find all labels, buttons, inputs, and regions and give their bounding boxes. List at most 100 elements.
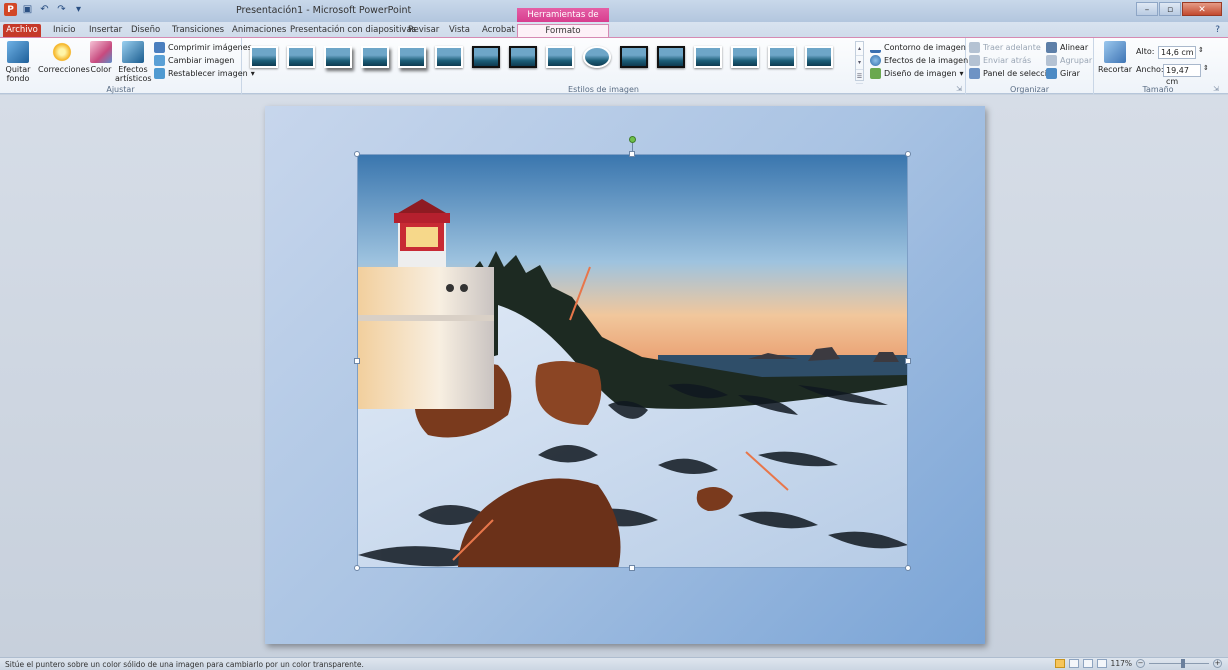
minimize-button[interactable]: –	[1136, 2, 1158, 16]
height-input[interactable]: 14,6 cm	[1158, 46, 1196, 59]
normal-view-icon[interactable]	[1054, 659, 1065, 668]
picture-style-thumb[interactable]	[472, 46, 500, 68]
maximize-button[interactable]: ▫	[1159, 2, 1181, 16]
gallery-more-icon[interactable]: ☰	[856, 70, 863, 84]
group-organizar: Traer adelante Enviar atrás Panel de sel…	[966, 38, 1094, 95]
picture-effects-button[interactable]: Efectos de la imagen ▾	[870, 55, 975, 66]
group-icon	[1046, 55, 1057, 66]
change-picture-button[interactable]: Cambiar imagen	[154, 55, 234, 66]
tab-revisar[interactable]: Revisar	[408, 24, 439, 37]
picture-style-thumb[interactable]	[398, 46, 426, 68]
corrections-button[interactable]: Correcciones	[38, 41, 90, 74]
align-button[interactable]: Alinear	[1046, 42, 1088, 53]
picture-layout-button[interactable]: Diseño de imagen ▾	[870, 68, 964, 79]
rotate-icon	[1046, 68, 1057, 79]
resize-handle[interactable]	[905, 358, 911, 364]
picture-style-thumb[interactable]	[435, 46, 463, 68]
tab-vista[interactable]: Vista	[449, 24, 470, 37]
redo-icon[interactable]: ↷	[55, 3, 68, 16]
remove-background-icon	[7, 41, 29, 63]
powerpoint-app-icon[interactable]: P	[4, 3, 17, 16]
tab-inicio[interactable]: Inicio	[53, 24, 76, 37]
tab-transiciones[interactable]: Transiciones	[172, 24, 224, 37]
picture-style-thumb[interactable]	[583, 46, 611, 68]
tab-formato[interactable]: Formato	[517, 24, 609, 37]
tab-diseno[interactable]: Diseño	[131, 24, 160, 37]
picture-style-thumb[interactable]	[546, 46, 574, 68]
tab-acrobat[interactable]: Acrobat	[482, 24, 515, 37]
help-icon[interactable]: ?	[1215, 25, 1220, 35]
quick-access-toolbar: P ▣ ↶ ↷ ▾	[4, 3, 85, 16]
tab-insertar[interactable]: Insertar	[89, 24, 122, 37]
zoom-slider[interactable]	[1149, 659, 1209, 668]
reading-view-icon[interactable]	[1082, 659, 1093, 668]
artistic-effects-button[interactable]: Efectos artísticos	[115, 41, 152, 83]
width-input[interactable]: 19,47 cm	[1163, 64, 1201, 86]
layout-icon	[870, 68, 881, 79]
tab-animaciones[interactable]: Animaciones	[232, 24, 286, 37]
rotate-handle[interactable]	[629, 136, 636, 143]
picture-style-thumb[interactable]	[361, 46, 389, 68]
compress-pictures-button[interactable]: Comprimir imágenes	[154, 42, 252, 53]
customize-toolbar-icon[interactable]: ▾	[72, 3, 85, 16]
zoom-out-icon[interactable]: −	[1136, 659, 1145, 668]
change-picture-icon	[154, 55, 165, 66]
group-label-ajustar: Ajustar	[106, 85, 135, 94]
crop-button[interactable]: Recortar	[1098, 41, 1132, 74]
resize-handle[interactable]	[629, 151, 635, 157]
picture-style-thumb[interactable]	[250, 46, 278, 68]
tab-presentacion[interactable]: Presentación con diapositivas	[290, 24, 416, 37]
slide-sorter-icon[interactable]	[1068, 659, 1079, 668]
send-backward-button[interactable]: Enviar atrás	[969, 55, 1031, 66]
save-icon[interactable]: ▣	[21, 3, 34, 16]
bring-forward-button[interactable]: Traer adelante	[969, 42, 1041, 53]
gallery-up-icon[interactable]: ▴	[856, 42, 863, 56]
resize-handle[interactable]	[905, 565, 911, 571]
rotate-button[interactable]: Girar	[1046, 68, 1080, 79]
zoom-in-icon[interactable]: +	[1213, 659, 1222, 668]
effects-icon	[870, 55, 881, 66]
color-button[interactable]: Color	[89, 41, 113, 74]
picture-style-thumb[interactable]	[509, 46, 537, 68]
picture-style-thumb[interactable]	[657, 46, 685, 68]
width-spinner-icon[interactable]: ⇕	[1203, 64, 1209, 72]
group-button[interactable]: Agrupar	[1046, 55, 1092, 66]
picture-style-thumb[interactable]	[620, 46, 648, 68]
height-label: Alto:	[1136, 47, 1155, 56]
gallery-down-icon[interactable]: ▾	[856, 56, 863, 70]
zoom-level[interactable]: 117%	[1111, 659, 1132, 668]
resize-handle[interactable]	[354, 151, 360, 157]
picture-style-thumb[interactable]	[805, 46, 833, 68]
height-spinner-icon[interactable]: ⇕	[1198, 46, 1204, 54]
remove-background-button[interactable]: Quitar fondo	[5, 41, 31, 83]
close-button[interactable]: ✕	[1182, 2, 1222, 16]
picture-style-thumb[interactable]	[324, 46, 352, 68]
status-controls: 117% − +	[1054, 659, 1222, 668]
slideshow-icon[interactable]	[1096, 659, 1107, 668]
compress-icon	[154, 42, 165, 53]
picture-style-thumb[interactable]	[694, 46, 722, 68]
lighthouse-picture[interactable]	[357, 154, 908, 568]
zoom-slider-thumb[interactable]	[1181, 659, 1185, 668]
group-label-estilos: Estilos de imagen	[568, 85, 639, 94]
picture-border-button[interactable]: Contorno de imagen ▾	[870, 42, 973, 53]
dialog-launcher-icon[interactable]: ⇲	[1213, 85, 1219, 93]
gallery-scroll[interactable]: ▴ ▾ ☰	[855, 41, 864, 84]
window-controls: – ▫ ✕	[1136, 2, 1222, 16]
resize-handle[interactable]	[354, 565, 360, 571]
resize-handle[interactable]	[354, 358, 360, 364]
resize-handle[interactable]	[629, 565, 635, 571]
picture-style-thumb[interactable]	[731, 46, 759, 68]
selection-pane-button[interactable]: Panel de selección	[969, 68, 1057, 79]
undo-icon[interactable]: ↶	[38, 3, 51, 16]
reset-picture-button[interactable]: Restablecer imagen ▾	[154, 68, 255, 79]
group-ajustar: Quitar fondo Correcciones Color Efectos …	[0, 38, 255, 95]
dialog-launcher-icon[interactable]: ⇲	[956, 85, 962, 93]
resize-handle[interactable]	[905, 151, 911, 157]
reset-picture-icon	[154, 68, 165, 79]
color-icon	[90, 41, 112, 63]
tab-archivo[interactable]: Archivo	[3, 24, 41, 37]
picture-style-thumb[interactable]	[768, 46, 796, 68]
slide[interactable]	[265, 106, 985, 644]
picture-style-thumb[interactable]	[287, 46, 315, 68]
